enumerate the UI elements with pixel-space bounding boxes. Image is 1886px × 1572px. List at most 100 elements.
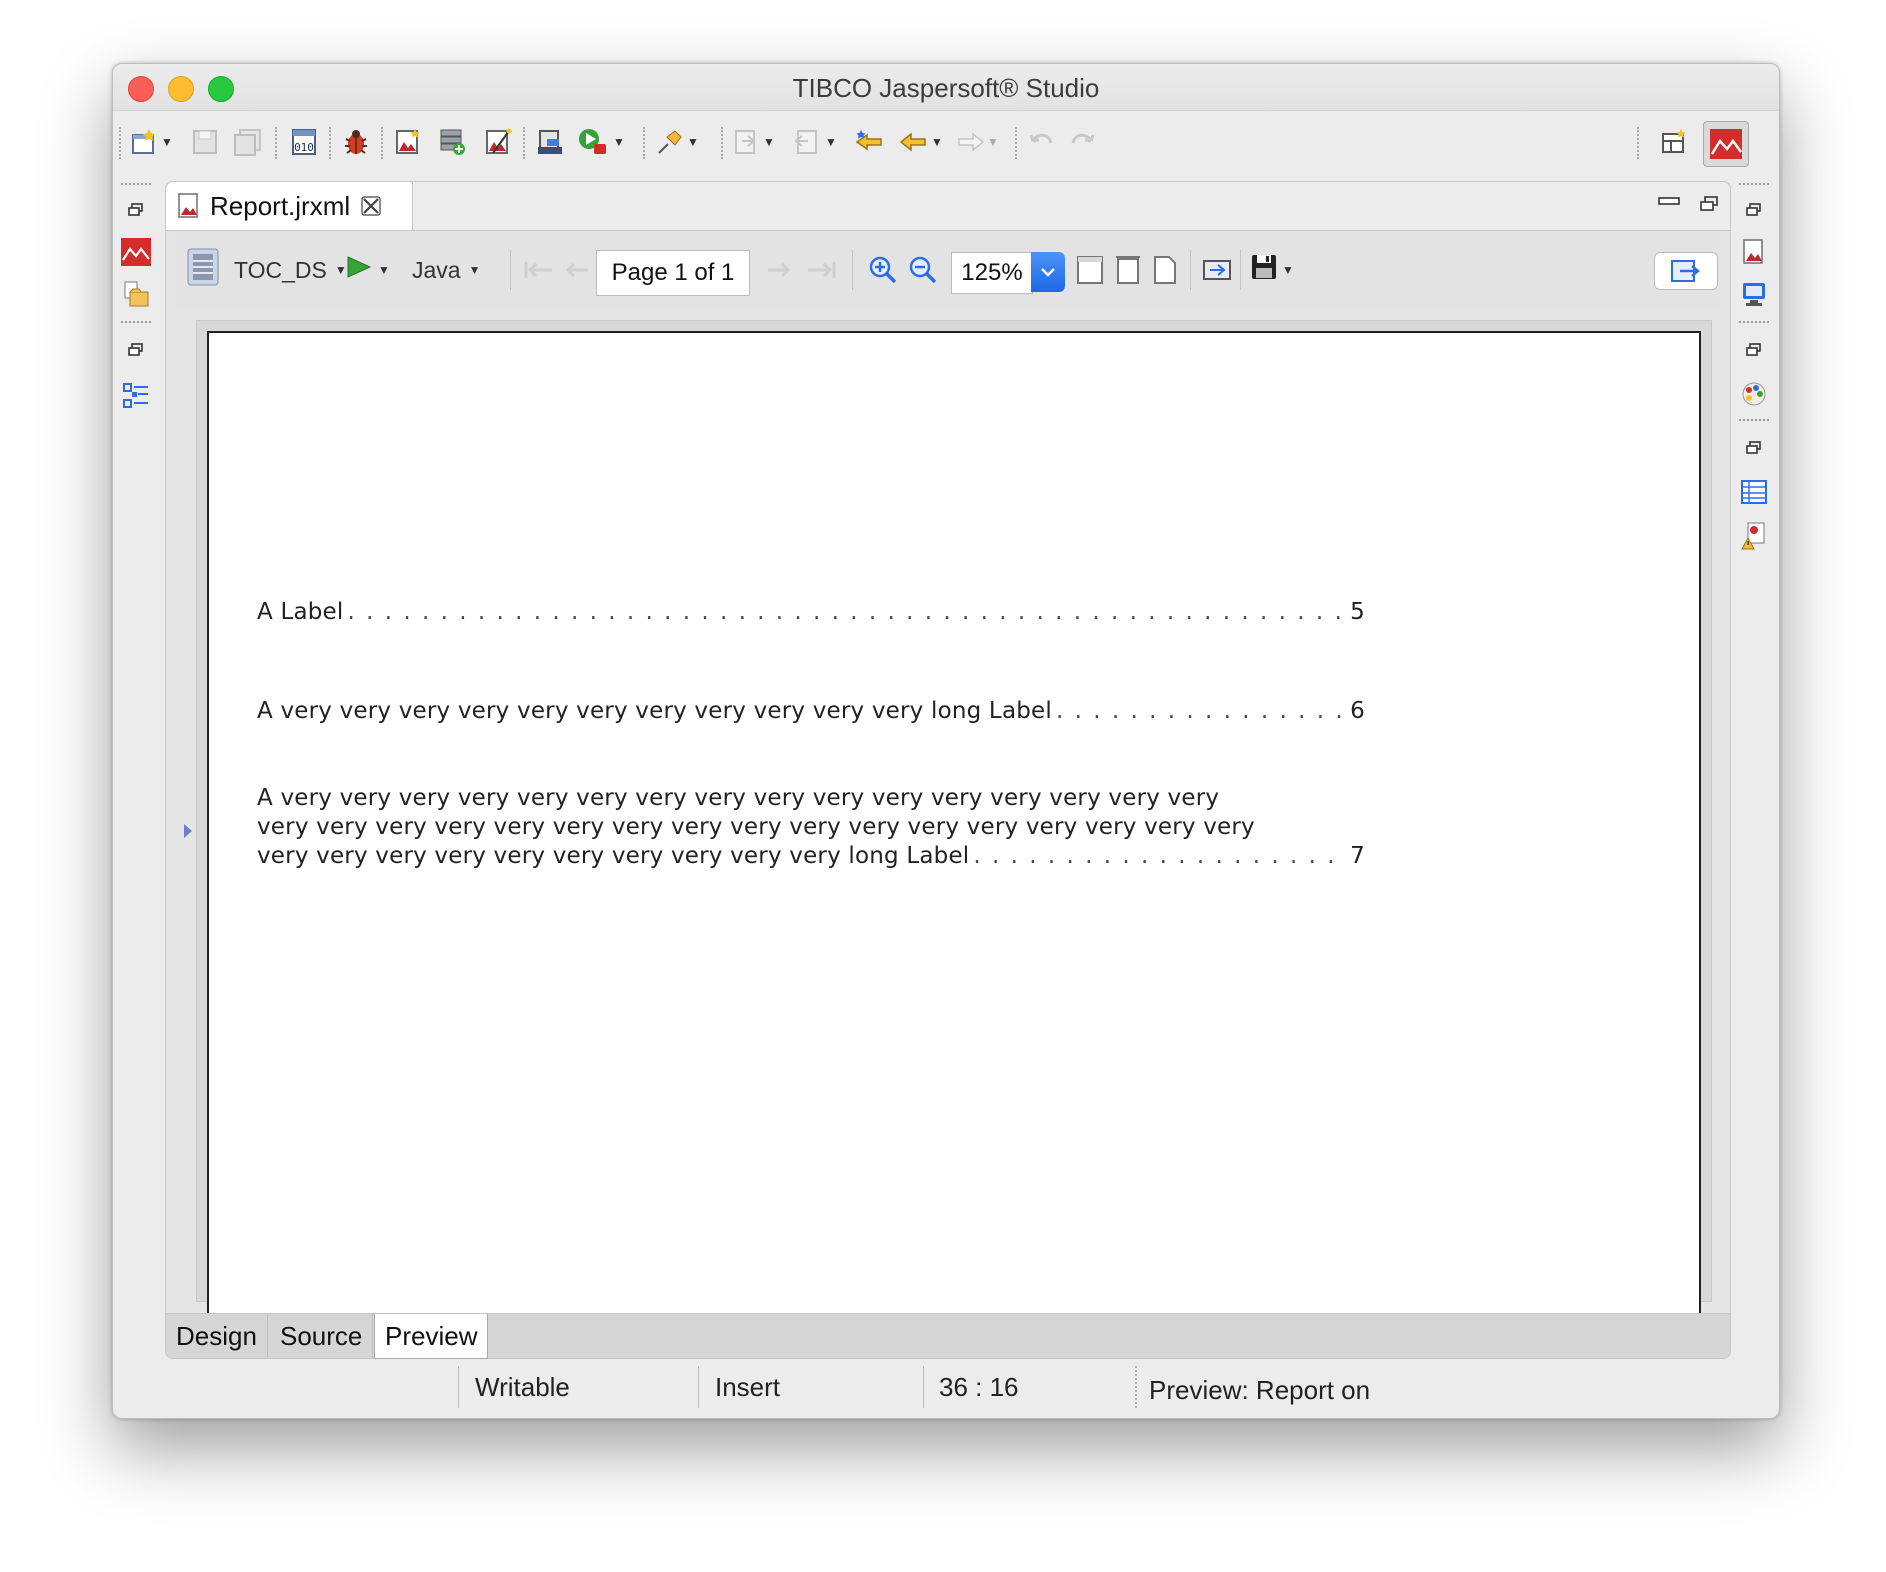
toolbar-separator bbox=[643, 127, 645, 159]
trim-grip[interactable] bbox=[121, 321, 151, 323]
preview-toolbar: TOC_DS ▼ ▼ Java ▼ Page 1 of 1 125% ▼ bbox=[176, 232, 1720, 308]
properties-icon[interactable] bbox=[1739, 279, 1769, 309]
restore-icon[interactable] bbox=[1739, 195, 1769, 225]
report-elements-icon[interactable] bbox=[1739, 237, 1769, 267]
language-label: Java bbox=[412, 256, 461, 283]
import-icon[interactable]: ▼ bbox=[731, 125, 775, 159]
status-separator bbox=[458, 1366, 459, 1408]
toolbar-grip[interactable] bbox=[119, 127, 121, 159]
status-message: Preview: Report on bbox=[1149, 1375, 1371, 1405]
jasper-repository-icon[interactable] bbox=[121, 237, 151, 267]
restore-icon[interactable] bbox=[121, 335, 151, 365]
toolbar-separator bbox=[329, 127, 331, 159]
toolbar-separator bbox=[1240, 250, 1241, 290]
toolbar-separator bbox=[852, 250, 853, 290]
toolbar-separator bbox=[275, 127, 277, 159]
wizard-icon[interactable] bbox=[483, 125, 513, 159]
last-page-icon[interactable] bbox=[806, 250, 836, 290]
pin-icon[interactable]: ▼ bbox=[655, 125, 699, 159]
first-page-icon[interactable] bbox=[524, 250, 554, 290]
publish-icon[interactable] bbox=[535, 125, 565, 159]
report-preview-canvas[interactable]: A Label . . . . . . . . . . . . . . . . … bbox=[196, 320, 1712, 1313]
fit-width-icon[interactable] bbox=[1152, 250, 1178, 290]
toc-entry-label: very very very very very very very very … bbox=[257, 843, 970, 869]
redo-icon[interactable] bbox=[1067, 125, 1097, 159]
trim-grip[interactable] bbox=[1739, 321, 1769, 323]
trim-grip[interactable] bbox=[1739, 183, 1769, 185]
close-tab-icon[interactable] bbox=[360, 195, 382, 217]
undo-icon[interactable] bbox=[1027, 125, 1057, 159]
status-bar: Writable Insert 36 : 16 Preview: Report … bbox=[113, 1358, 1779, 1418]
toc-entry[interactable]: A very very very very very very very ver… bbox=[257, 784, 1365, 871]
collapse-panel-icon[interactable] bbox=[184, 824, 192, 838]
tab-report-jrxml[interactable]: Report.jrxml bbox=[166, 182, 413, 230]
run-icon[interactable]: ▼ bbox=[577, 125, 625, 159]
trim-grip[interactable] bbox=[1739, 419, 1769, 421]
zoom-in-icon[interactable] bbox=[868, 250, 898, 290]
new-icon[interactable]: ▼ bbox=[129, 125, 173, 159]
toc-entry-page: 7 bbox=[1350, 843, 1365, 869]
tab-label: Report.jrxml bbox=[210, 190, 351, 221]
export-icon[interactable]: ▼ bbox=[793, 125, 837, 159]
debug-bug-icon[interactable] bbox=[341, 125, 371, 159]
report-file-icon bbox=[176, 192, 202, 220]
palette-icon[interactable] bbox=[1739, 379, 1769, 409]
exit-preview-button[interactable] bbox=[1654, 252, 1718, 290]
language-selector[interactable]: Java ▼ bbox=[412, 250, 480, 290]
previous-page-icon[interactable] bbox=[564, 250, 590, 290]
report-design-perspective-icon[interactable] bbox=[1703, 121, 1749, 167]
maximize-editor-icon[interactable] bbox=[1700, 196, 1718, 217]
toc-entry[interactable]: A Label . . . . . . . . . . . . . . . . … bbox=[257, 598, 1365, 627]
toc-entry-label: A very very very very very very very ver… bbox=[257, 698, 1052, 724]
zoom-level-field[interactable]: 125% bbox=[951, 252, 1033, 294]
toc-entry-line: very very very very very very very very … bbox=[257, 814, 1255, 840]
svg-text:010: 010 bbox=[294, 141, 314, 154]
export-report-icon[interactable] bbox=[1202, 250, 1232, 290]
status-separator bbox=[1135, 1366, 1137, 1408]
new-report-icon[interactable] bbox=[393, 125, 423, 159]
exit-preview-icon bbox=[1671, 260, 1700, 282]
restore-icon[interactable] bbox=[121, 195, 151, 225]
fit-page-icon[interactable] bbox=[1114, 250, 1142, 290]
tab-preview[interactable]: Preview bbox=[374, 1314, 489, 1359]
right-trim-bar bbox=[1731, 177, 1779, 1358]
left-trim-bar bbox=[113, 177, 161, 1358]
status-separator bbox=[698, 1366, 699, 1408]
trim-grip[interactable] bbox=[121, 183, 151, 185]
run-report-button[interactable]: ▼ bbox=[346, 250, 390, 290]
chevron-down-icon: ▼ bbox=[468, 263, 481, 277]
toc-entry[interactable]: A very very very very very very very ver… bbox=[257, 697, 1365, 726]
tab-design[interactable]: Design bbox=[166, 1314, 268, 1358]
compile-icon[interactable]: 010 bbox=[289, 125, 319, 159]
last-edit-icon[interactable] bbox=[853, 125, 887, 159]
toolbar-separator bbox=[1190, 250, 1191, 290]
zoom-out-icon[interactable] bbox=[908, 250, 938, 290]
editor-tab-strip: Report.jrxml bbox=[166, 182, 1730, 231]
save-icon[interactable] bbox=[191, 125, 219, 159]
datasource-selector[interactable]: TOC_DS ▼ bbox=[186, 248, 347, 290]
toolbar-separator bbox=[1015, 127, 1017, 159]
table-view-icon[interactable] bbox=[1739, 477, 1769, 507]
toolbar-separator bbox=[721, 127, 723, 159]
restore-icon[interactable] bbox=[1739, 433, 1769, 463]
minimize-editor-icon[interactable] bbox=[1658, 194, 1680, 212]
tab-source[interactable]: Source bbox=[270, 1314, 374, 1358]
save-all-icon[interactable] bbox=[233, 125, 263, 159]
project-explorer-icon[interactable] bbox=[121, 279, 151, 309]
actual-size-icon[interactable] bbox=[1076, 250, 1104, 290]
toc-leader: . . . . . . . . . . . . . . . . . . . . … bbox=[347, 599, 1347, 625]
save-report-button[interactable]: ▼ bbox=[1250, 250, 1294, 290]
zoom-dropdown-button[interactable] bbox=[1031, 252, 1065, 292]
forward-icon[interactable]: ▼ bbox=[955, 125, 999, 159]
back-icon[interactable]: ▼ bbox=[899, 125, 943, 159]
toc-leader: . . . . . . . . . . . . . . . . . . . . … bbox=[973, 843, 1346, 869]
new-dataset-icon[interactable] bbox=[437, 125, 467, 159]
problems-icon[interactable] bbox=[1739, 521, 1769, 551]
page-indicator[interactable]: Page 1 of 1 bbox=[596, 250, 750, 296]
next-page-icon[interactable] bbox=[766, 250, 792, 290]
open-perspective-icon[interactable] bbox=[1659, 125, 1689, 159]
editor-mode-tabs: Design Source Preview bbox=[166, 1313, 1730, 1359]
outline-icon[interactable] bbox=[121, 381, 151, 411]
status-insert-mode: Insert bbox=[715, 1372, 781, 1402]
restore-icon[interactable] bbox=[1739, 335, 1769, 365]
